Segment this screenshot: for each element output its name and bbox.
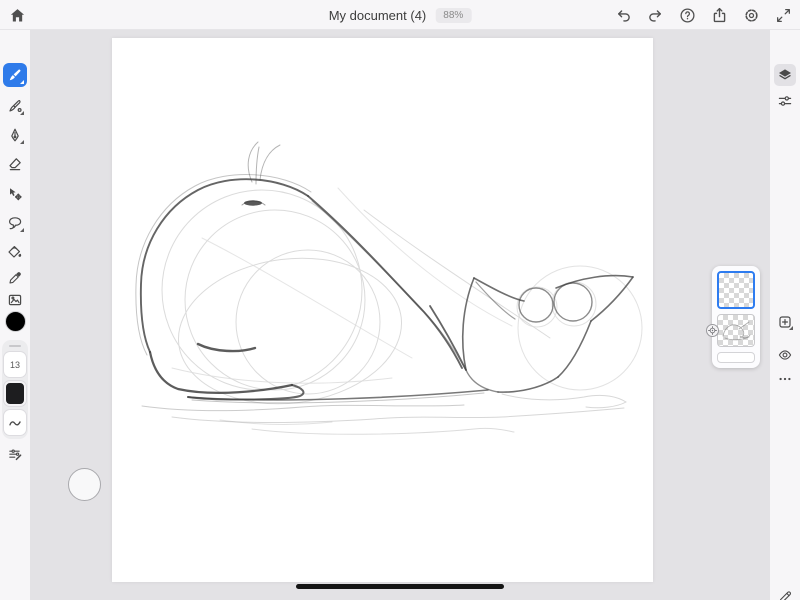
tool-move[interactable] xyxy=(3,182,27,206)
image-icon xyxy=(7,292,23,308)
undo-icon[interactable] xyxy=(615,7,632,24)
whale-sketch-artwork xyxy=(112,38,653,582)
share-icon[interactable] xyxy=(711,7,728,24)
drawing-canvas[interactable] xyxy=(112,38,653,582)
background-layer-thumbnail[interactable] xyxy=(717,352,755,363)
left-toolbar: 13 xyxy=(0,30,30,600)
panel-layers-button[interactable] xyxy=(774,64,796,86)
color-swatch-chip[interactable] xyxy=(4,381,26,406)
pencil-icon xyxy=(777,589,793,600)
brush-size-chip[interactable]: 13 xyxy=(4,352,26,377)
layer-options-button[interactable] xyxy=(774,368,796,390)
live-brush-icon xyxy=(7,98,23,114)
topbar-actions xyxy=(615,0,792,30)
transform-target-icon[interactable] xyxy=(706,324,719,337)
top-bar: My document (4) 88% xyxy=(0,0,800,30)
pencil-settings-button[interactable] xyxy=(774,586,796,600)
brush-options-group: 13 xyxy=(2,340,28,439)
layer-2-thumbnail[interactable] xyxy=(717,314,755,347)
layers-panel xyxy=(712,266,760,368)
brush-size-value: 13 xyxy=(10,360,20,370)
adjustments-icon xyxy=(777,93,793,109)
brush-settings-icon xyxy=(7,446,23,462)
tool-place-image[interactable] xyxy=(3,288,27,312)
zoom-level-badge[interactable]: 88% xyxy=(435,8,471,23)
fill-bucket-icon xyxy=(7,244,23,260)
tool-eyedropper[interactable] xyxy=(3,266,27,290)
tool-pixel-brush[interactable] xyxy=(3,63,27,87)
smoothing-chip[interactable] xyxy=(4,410,26,435)
tool-vector-brush[interactable] xyxy=(3,123,27,147)
tool-brush-settings[interactable] xyxy=(3,442,27,466)
add-layer-button[interactable] xyxy=(774,311,796,333)
pixel-brush-icon xyxy=(7,67,23,83)
tool-live-brush[interactable] xyxy=(3,94,27,118)
panel-adjustments-button[interactable] xyxy=(774,90,796,112)
tool-lasso[interactable] xyxy=(3,211,27,235)
group-drag-handle[interactable] xyxy=(9,345,21,347)
layer-visibility-icon xyxy=(777,347,793,363)
move-icon xyxy=(7,186,23,202)
layers-icon xyxy=(777,67,793,83)
layer-1-thumbnail[interactable] xyxy=(717,271,755,309)
vector-brush-icon xyxy=(7,127,23,143)
app-window: My document (4) 88% xyxy=(0,0,800,600)
eyedropper-icon xyxy=(7,270,23,286)
redo-icon[interactable] xyxy=(647,7,664,24)
right-toolbar xyxy=(770,30,800,600)
tool-fill[interactable] xyxy=(3,240,27,264)
smoothing-wave-icon xyxy=(7,415,23,431)
home-indicator-bar[interactable] xyxy=(296,584,504,589)
tool-eraser[interactable] xyxy=(3,152,27,176)
color-picker[interactable] xyxy=(5,311,26,332)
fullscreen-icon[interactable] xyxy=(775,7,792,24)
eraser-icon xyxy=(7,156,23,172)
document-title[interactable]: My document (4) xyxy=(329,8,427,23)
add-layer-icon xyxy=(777,314,793,330)
help-icon[interactable] xyxy=(679,7,696,24)
layer-visibility-button[interactable] xyxy=(774,344,796,366)
home-icon[interactable] xyxy=(9,7,26,24)
settings-gear-icon[interactable] xyxy=(743,7,760,24)
touch-shortcut-button[interactable] xyxy=(68,468,101,501)
ellipsis-icon xyxy=(777,371,793,387)
lasso-icon xyxy=(7,215,23,231)
document-title-group: My document (4) 88% xyxy=(329,0,472,30)
layer-2-sketch-preview xyxy=(718,315,754,346)
